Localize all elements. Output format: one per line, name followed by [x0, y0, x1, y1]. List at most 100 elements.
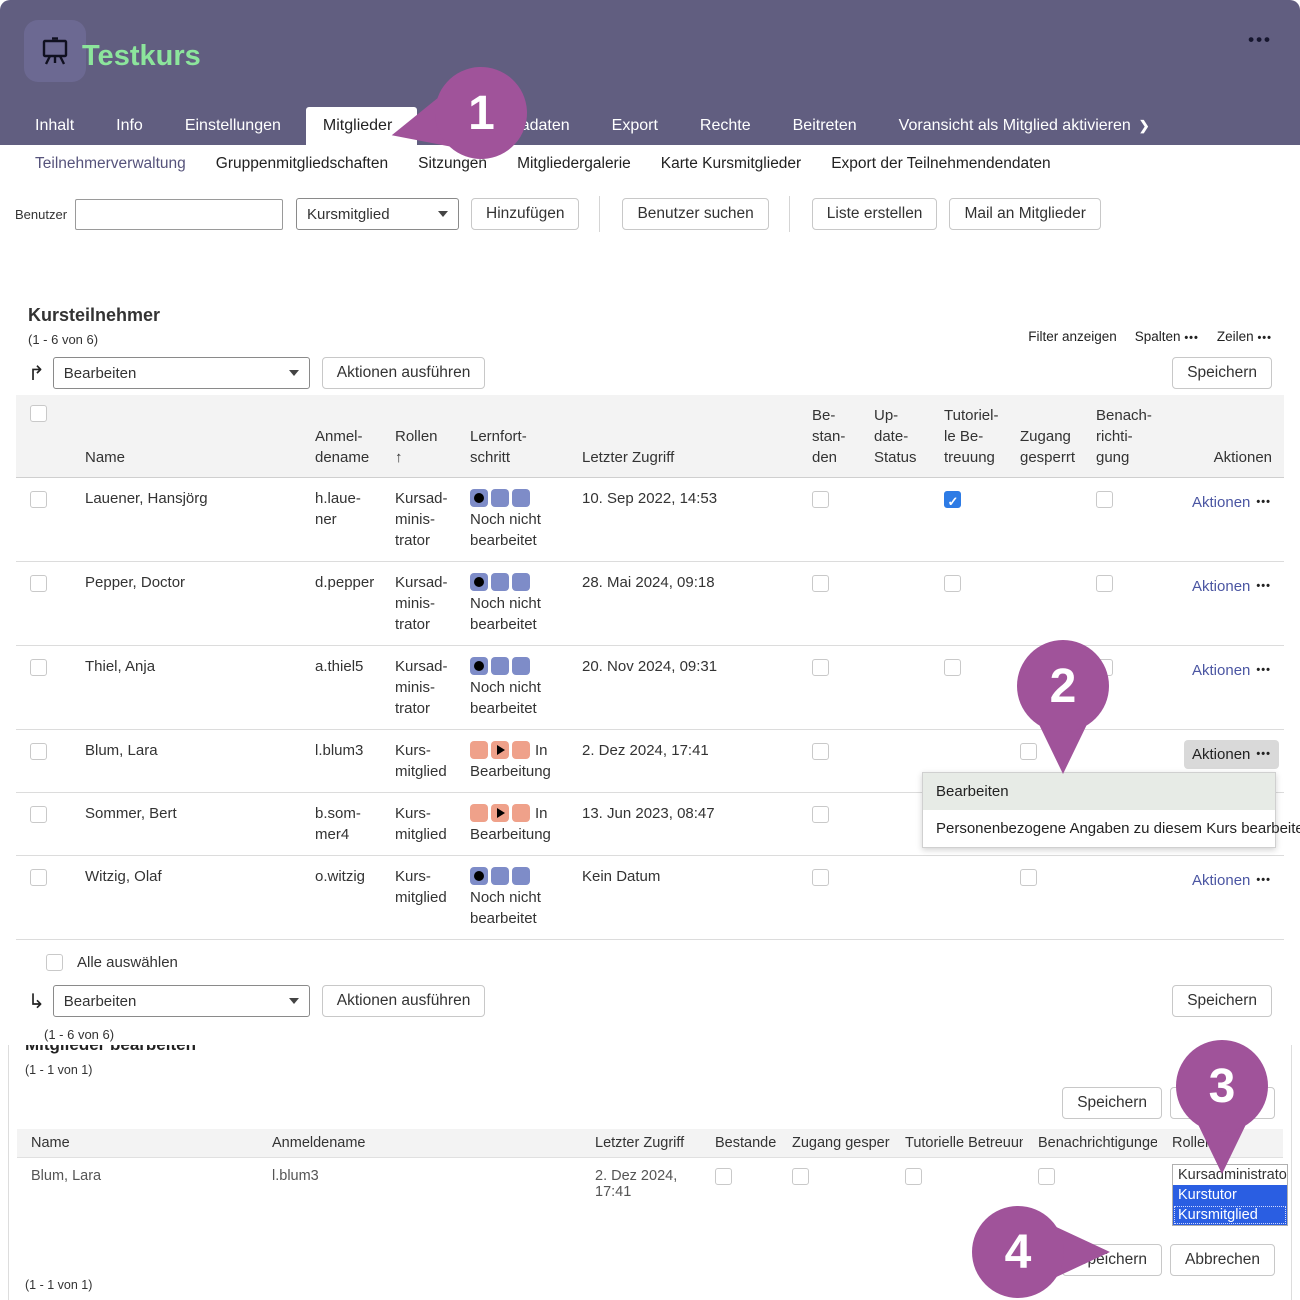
table-tools: Filter anzeigen Spalten ••• Zeilen ••• — [1028, 329, 1272, 344]
cancel-button[interactable]: Abbrechen — [1170, 1244, 1275, 1276]
columns-menu[interactable]: Spalten ••• — [1135, 329, 1199, 344]
members-subtab[interactable]: Mitgliedergalerie — [517, 155, 631, 173]
row-select-checkbox[interactable] — [30, 743, 47, 760]
members-subtab[interactable]: Gruppenmitgliedschaften — [216, 155, 388, 173]
course-tab[interactable]: Voransicht als Mitglied aktivieren ❯ — [882, 107, 1167, 145]
bulk-action-select[interactable]: Bearbeiten — [53, 357, 310, 389]
rows-menu[interactable]: Zeilen ••• — [1217, 329, 1272, 344]
cell-tutorial — [929, 856, 1005, 939]
save-button-bottom[interactable]: Speichern — [1172, 985, 1272, 1017]
col-notify: Benachrichtigungen — [1023, 1129, 1157, 1157]
course-tab[interactable]: Inhalt — [18, 107, 99, 145]
execute-actions-button[interactable]: Aktionen ausführen — [322, 357, 486, 389]
locked-checkbox[interactable] — [1020, 869, 1037, 886]
cell-locked — [1005, 562, 1081, 645]
col-name[interactable]: Name — [70, 395, 300, 477]
progress-icon — [470, 741, 530, 759]
passed-checkbox[interactable] — [812, 491, 829, 508]
menu-item-edit-personal-data[interactable]: Personenbezogene Angaben zu diesem Kurs … — [923, 810, 1275, 847]
notify-checkbox[interactable] — [1096, 491, 1113, 508]
actions-button[interactable]: Aktionen••• — [1184, 572, 1279, 601]
cell-progress: In Bearbeitung — [455, 793, 567, 855]
members-subtab[interactable]: Karte Kursmitglieder — [661, 155, 801, 173]
user-search-input[interactable] — [75, 199, 283, 230]
col-passed: Bestanden — [700, 1129, 777, 1157]
execute-actions-button-bottom[interactable]: Aktionen ausführen — [322, 985, 486, 1017]
col-passed[interactable]: Be- stan- den — [797, 395, 859, 477]
cell-name: Blum, Lara — [70, 730, 300, 792]
course-icon-box — [24, 20, 86, 82]
col-progress[interactable]: Lernfort- schritt — [455, 395, 567, 477]
course-tab[interactable]: Info — [99, 107, 168, 145]
members-subtab-label: Teilnehmerverwaltung — [35, 155, 186, 172]
actions-button[interactable]: Aktionen••• — [1184, 488, 1279, 517]
course-tab-label: Beitreten — [793, 117, 857, 135]
actions-button[interactable]: Aktionen••• — [1184, 656, 1279, 685]
rows-label: Zeilen — [1217, 329, 1254, 344]
select-all-header-checkbox[interactable] — [30, 405, 47, 422]
course-tab[interactable]: Export — [595, 107, 683, 145]
cell-last-access: 20. Nov 2024, 09:31 — [567, 646, 797, 729]
course-tab[interactable]: Einstellungen — [168, 107, 306, 145]
annotation-pin-3: 3 — [1176, 1040, 1268, 1132]
edit-members-count: (1 - 1 von 1) — [25, 1063, 1283, 1077]
role-select[interactable]: Kursmitglied — [296, 198, 459, 230]
col-tutorial[interactable]: Tutoriel- le Be- treuung — [929, 395, 1005, 477]
notify-checkbox[interactable] — [1038, 1168, 1055, 1185]
table-row: Lauener, Hansjörg h.laue- ner Kursad- mi… — [16, 478, 1284, 562]
course-tab[interactable]: Rechte — [683, 107, 776, 145]
col-notify[interactable]: Benach- richti- gung — [1081, 395, 1169, 477]
passed-checkbox[interactable] — [812, 659, 829, 676]
row-select-checkbox[interactable] — [30, 806, 47, 823]
save-button[interactable]: Speichern — [1172, 357, 1272, 389]
add-button[interactable]: Hinzufügen — [471, 198, 579, 230]
tutorial-checkbox[interactable] — [944, 575, 961, 592]
cell-last-access: 13. Jun 2023, 08:47 — [567, 793, 797, 855]
row-select-checkbox[interactable] — [30, 659, 47, 676]
cell-username: l.blum3 — [300, 730, 380, 792]
passed-checkbox[interactable] — [715, 1168, 732, 1185]
actions-button[interactable]: Aktionen••• — [1184, 866, 1279, 895]
role-option[interactable]: Kurstutor — [1173, 1185, 1287, 1205]
row-select-checkbox[interactable] — [30, 491, 47, 508]
col-last-access[interactable]: Letzter Zugriff — [567, 395, 797, 477]
cell-progress: Noch nicht bearbeitet — [455, 646, 567, 729]
passed-checkbox[interactable] — [812, 575, 829, 592]
search-users-button[interactable]: Benutzer suchen — [622, 198, 768, 230]
tutorial-checkbox[interactable] — [944, 491, 961, 508]
row-select-checkbox[interactable] — [30, 575, 47, 592]
progress-icon — [470, 804, 530, 822]
progress-icon — [470, 489, 530, 507]
create-list-button[interactable]: Liste erstellen — [812, 198, 938, 230]
show-filter-link[interactable]: Filter anzeigen — [1028, 329, 1117, 344]
members-subtab[interactable]: Export der Teilnehmendendaten — [831, 155, 1050, 173]
bulk-action-select-bottom[interactable]: Bearbeiten — [53, 985, 310, 1017]
col-roles[interactable]: Rollen ↑ — [380, 395, 455, 477]
col-update-status[interactable]: Up- date- Status — [859, 395, 929, 477]
col-username[interactable]: Anmel- dename — [300, 395, 380, 477]
actions-button[interactable]: Aktionen••• — [1184, 740, 1279, 769]
tutorial-checkbox[interactable] — [944, 659, 961, 676]
locked-checkbox[interactable] — [792, 1168, 809, 1185]
cell-notify — [1081, 478, 1169, 561]
passed-checkbox[interactable] — [812, 806, 829, 823]
ellipsis-icon: ••• — [1256, 576, 1271, 597]
save-button[interactable]: Speichern — [1062, 1087, 1162, 1119]
row-select-checkbox[interactable] — [30, 869, 47, 886]
notify-checkbox[interactable] — [1096, 575, 1113, 592]
passed-checkbox[interactable] — [812, 743, 829, 760]
annotation-pin-4: 4 — [972, 1206, 1064, 1298]
header-more-icon[interactable]: ••• — [1248, 30, 1272, 50]
ellipsis-icon: ••• — [1257, 332, 1272, 344]
menu-item-edit[interactable]: Bearbeiten — [923, 773, 1275, 810]
col-locked[interactable]: Zugang gesperrt — [1005, 395, 1081, 477]
members-subtab[interactable]: Teilnehmerverwaltung — [35, 155, 186, 173]
tutorial-checkbox[interactable] — [905, 1168, 922, 1185]
course-tab[interactable]: Beitreten — [776, 107, 882, 145]
passed-checkbox[interactable] — [812, 869, 829, 886]
divider — [599, 196, 600, 232]
select-all-checkbox[interactable] — [46, 954, 63, 971]
mail-members-button[interactable]: Mail an Mitglieder — [949, 198, 1100, 230]
cell-locked — [1005, 856, 1081, 939]
role-option[interactable]: Kursmitglied — [1173, 1205, 1287, 1225]
